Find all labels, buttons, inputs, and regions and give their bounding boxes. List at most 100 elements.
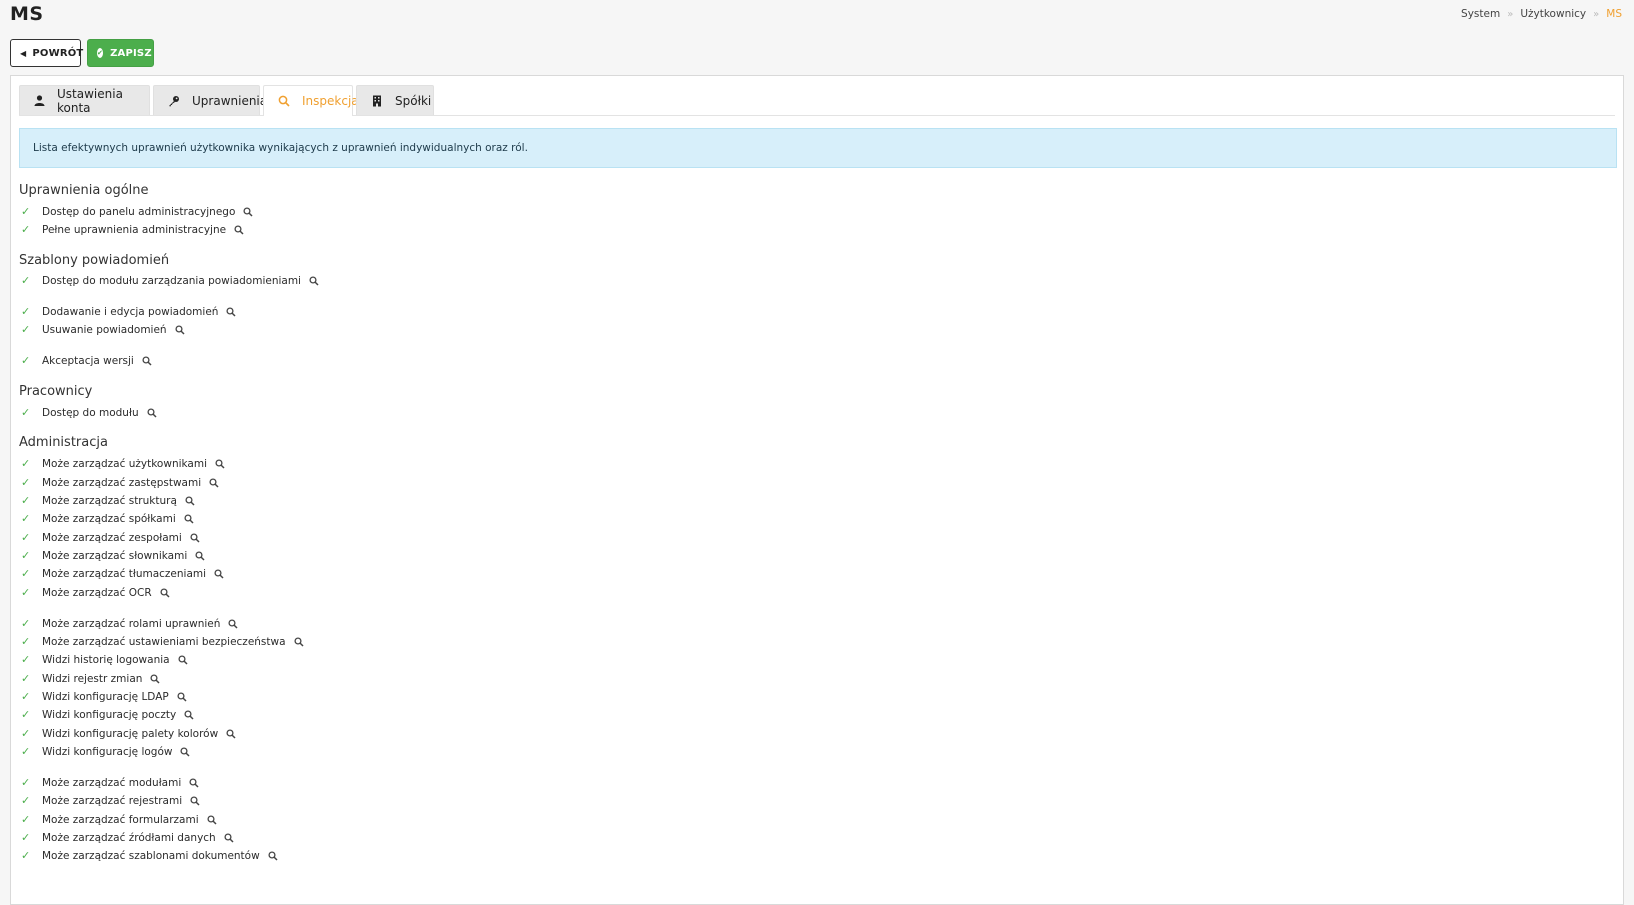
permission-label: Może zarządzać zastępstwami — [42, 476, 202, 489]
check-icon: ✓ — [21, 223, 31, 236]
building-icon — [371, 95, 383, 107]
section-title: Szablony powiadomień — [19, 253, 170, 268]
magnifier-icon[interactable] — [177, 691, 187, 702]
magnifier-icon[interactable] — [178, 654, 188, 665]
magnifier-icon[interactable] — [226, 306, 236, 317]
check-icon: ✓ — [21, 672, 31, 685]
check-icon: ✓ — [21, 776, 31, 789]
magnifier-icon[interactable] — [214, 568, 224, 579]
magnifier-icon[interactable] — [215, 458, 225, 469]
info-alert: Lista efektywnych uprawnień użytkownika … — [19, 128, 1617, 168]
tab-inspection[interactable]: Inspekcja — [263, 85, 359, 116]
permission-label: Widzi konfigurację LDAP — [42, 690, 169, 703]
permission-item: ✓ Widzi rejestr zmian — [21, 672, 160, 685]
magnifier-icon[interactable] — [209, 477, 219, 488]
check-icon: ✓ — [21, 205, 31, 218]
breadcrumb-separator-icon: » — [1507, 8, 1514, 20]
permission-label: Może zarządzać ustawieniami bezpieczeńst… — [42, 635, 286, 648]
permission-item: ✓ Może zarządzać zastępstwami — [21, 476, 219, 489]
permission-label: Może zarządzać użytkownikami — [42, 457, 207, 470]
permission-item: ✓ Może zarządzać słownikami — [21, 549, 205, 562]
magnifier-icon[interactable] — [195, 550, 205, 561]
tab-bar: Ustawienia konta Uprawnienia Inspekcja S… — [19, 85, 1615, 116]
check-icon: ✓ — [21, 476, 31, 489]
check-icon: ✓ — [21, 512, 31, 525]
permission-label: Może zarządzać rolami uprawnień — [42, 617, 221, 630]
magnifier-icon[interactable] — [190, 795, 200, 806]
magnifier-icon[interactable] — [184, 513, 194, 524]
magnifier-icon[interactable] — [243, 206, 253, 217]
tab-label: Inspekcja — [302, 94, 359, 108]
magnifier-icon[interactable] — [226, 728, 236, 739]
back-button[interactable]: ◀ POWRÓT — [10, 39, 84, 67]
permission-item: ✓ Może zarządzać rolami uprawnień — [21, 617, 238, 630]
magnifier-icon[interactable] — [268, 850, 278, 861]
section-title: Uprawnienia ogólne — [19, 183, 149, 198]
permission-label: Dostęp do modułu zarządzania powiadomien… — [42, 274, 301, 287]
magnifier-icon[interactable] — [160, 587, 170, 598]
permission-item: ✓ Może zarządzać użytkownikami — [21, 457, 225, 470]
check-icon: ✓ — [21, 567, 31, 580]
permission-item: ✓ Pełne uprawnienia administracyjne — [21, 223, 244, 236]
magnifier-icon[interactable] — [234, 224, 244, 235]
tab-account-settings[interactable]: Ustawienia konta — [19, 85, 150, 115]
check-icon: ✓ — [21, 305, 31, 318]
tab-label: Ustawienia konta — [57, 86, 123, 115]
permission-item: ✓ Dostęp do modułu — [21, 406, 157, 419]
magnifier-icon[interactable] — [150, 673, 160, 684]
magnifier-icon[interactable] — [147, 407, 157, 418]
check-icon: ✓ — [21, 708, 31, 721]
permission-item: ✓ Może zarządzać strukturą — [21, 494, 195, 507]
user-icon — [34, 95, 45, 106]
tab-companies[interactable]: Spółki — [356, 85, 434, 115]
check-icon: ✓ — [21, 727, 31, 740]
check-icon: ✓ — [21, 690, 31, 703]
magnifier-icon[interactable] — [189, 777, 199, 788]
permission-label: Pełne uprawnienia administracyjne — [42, 223, 227, 236]
permission-item: ✓ Widzi konfigurację logów — [21, 745, 191, 758]
save-button[interactable]: ✔ ZAPISZ — [87, 39, 154, 67]
permission-item: ✓ Może zarządzać źródłami danych — [21, 831, 234, 844]
permission-label: Może zarządzać modułami — [42, 776, 182, 789]
permission-label: Widzi konfigurację logów — [42, 745, 173, 758]
permission-label: Dodawanie i edycja powiadomień — [42, 305, 219, 318]
back-button-label: POWRÓT — [32, 47, 84, 59]
magnifier-icon[interactable] — [185, 495, 195, 506]
magnifier-icon[interactable] — [184, 709, 194, 720]
permission-item: ✓ Może zarządzać rejestrami — [21, 794, 200, 807]
permission-label: Widzi konfigurację poczty — [42, 708, 177, 721]
search-icon — [278, 95, 290, 107]
section-title: Administracja — [19, 435, 108, 450]
breadcrumb-item-users[interactable]: Użytkownicy — [1520, 8, 1586, 20]
breadcrumb: System » Użytkownicy » MS — [1461, 8, 1622, 20]
permission-label: Może zarządzać źródłami danych — [42, 831, 216, 844]
magnifier-icon[interactable] — [142, 355, 152, 366]
caret-left-icon: ◀ — [20, 48, 27, 58]
page-title: MS — [10, 3, 44, 25]
permission-label: Może zarządzać strukturą — [42, 494, 177, 507]
section-title: Pracownicy — [19, 384, 93, 399]
breadcrumb-separator-icon: » — [1593, 8, 1600, 20]
magnifier-icon[interactable] — [228, 618, 238, 629]
breadcrumb-item-system[interactable]: System — [1461, 8, 1500, 20]
permission-item: ✓ Może zarządzać modułami — [21, 776, 199, 789]
permission-label: Widzi rejestr zmian — [42, 672, 143, 685]
magnifier-icon[interactable] — [180, 746, 191, 757]
permission-label: Widzi konfigurację palety kolorów — [42, 727, 219, 740]
magnifier-icon[interactable] — [175, 324, 185, 335]
magnifier-icon[interactable] — [190, 532, 200, 543]
check-icon: ✓ — [21, 635, 31, 648]
check-icon: ✓ — [21, 813, 31, 826]
magnifier-icon[interactable] — [309, 275, 319, 286]
permission-item: ✓ Dostęp do modułu zarządzania powiadomie… — [21, 274, 319, 287]
permission-label: Usuwanie powiadomień — [42, 323, 167, 336]
tab-permissions[interactable]: Uprawnienia — [153, 85, 267, 115]
magnifier-icon[interactable] — [207, 814, 217, 825]
magnifier-icon[interactable] — [224, 832, 234, 843]
permission-item: ✓ Widzi konfigurację palety kolorów — [21, 727, 236, 740]
magnifier-icon[interactable] — [293, 636, 304, 647]
permission-item: ✓ Widzi historię logowania — [21, 653, 188, 666]
check-icon: ✓ — [21, 323, 31, 336]
permission-label: Może zarządzać formularzami — [42, 813, 199, 826]
check-icon: ✓ — [21, 549, 31, 562]
